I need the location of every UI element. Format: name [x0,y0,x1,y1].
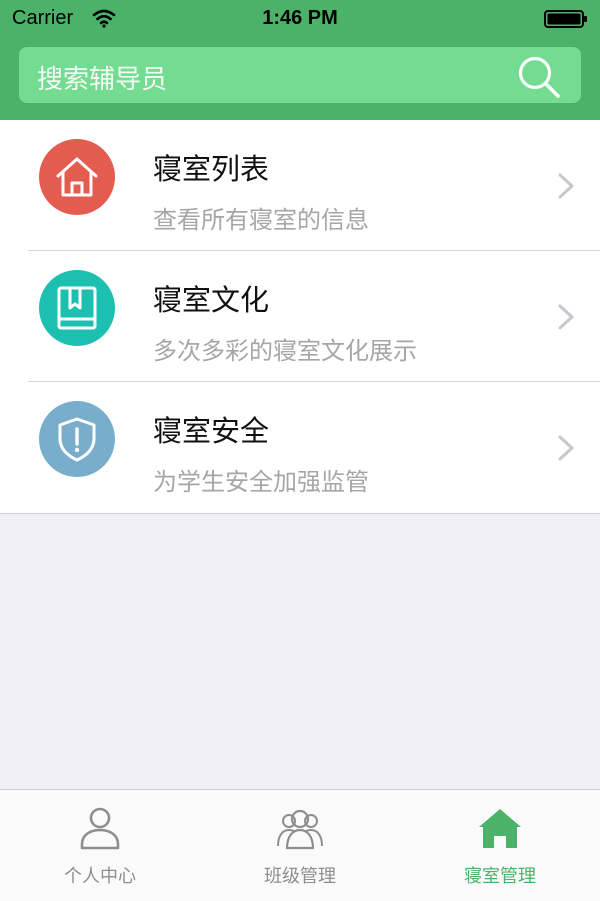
icon-circle [39,139,115,215]
tab-label: 寝室管理 [464,866,536,887]
house-icon [56,157,98,197]
menu-title: 寝室文化 [153,283,270,317]
menu-item-dorm-culture[interactable]: 寝室文化 多次多彩的寝室文化展示 [0,251,600,382]
menu-subtitle: 为学生安全加强监管 [153,468,369,496]
battery-icon [544,10,587,28]
menu-subtitle: 查看所有寝室的信息 [153,206,369,234]
tab-class-management[interactable]: 班级管理 [200,790,400,901]
status-bar: Carrier 1:46 PM [0,0,600,40]
menu-item-dorm-safety[interactable]: 寝室安全 为学生安全加强监管 [0,382,600,513]
nav-bar: 搜索辅导员 [0,40,600,120]
chevron-right-icon [558,435,574,461]
book-icon [57,286,97,330]
tab-label: 个人中心 [64,866,136,887]
list-bottom-border [0,513,600,514]
menu-subtitle: 多次多彩的寝室文化展示 [153,337,417,365]
tab-bar: 个人中心 班级管理 寝室管理 [0,789,600,901]
icon-circle [39,270,115,346]
chevron-right-icon [558,304,574,330]
icon-circle [39,401,115,477]
tab-label: 班级管理 [264,866,336,887]
menu-title: 寝室安全 [153,414,270,448]
menu-item-dorm-list[interactable]: 寝室列表 查看所有寝室的信息 [0,120,600,251]
group-icon [277,809,323,850]
chevron-right-icon [558,173,574,199]
home-icon [479,809,521,848]
search-icon[interactable] [515,53,563,101]
clock: 1:46 PM [262,7,338,29]
tab-dorm-management[interactable]: 寝室管理 [400,790,600,901]
menu-title: 寝室列表 [153,152,270,186]
tab-personal-center[interactable]: 个人中心 [0,790,200,901]
search-input[interactable]: 搜索辅导员 [19,47,581,103]
person-icon [80,807,120,850]
menu-list: 寝室列表 查看所有寝室的信息 寝室文化 多次多彩的寝室文化展示 寝室安全 为学生… [0,120,600,514]
search-placeholder: 搜索辅导员 [37,65,168,95]
shield-icon [58,417,96,462]
